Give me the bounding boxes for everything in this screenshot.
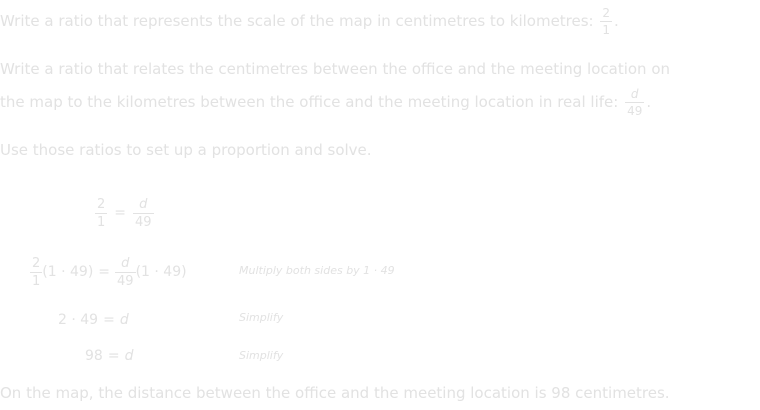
equals-sign: = [103, 312, 115, 328]
equation-step-1: 2 1 = d 49 [93, 193, 156, 233]
period: . [646, 93, 652, 111]
rhs-fraction: d 49 [115, 255, 136, 290]
equals-sign: = [107, 348, 120, 364]
fraction-denominator: 1 [95, 212, 108, 230]
step-4-note: Simplify [239, 349, 284, 362]
period: . [614, 12, 619, 30]
distance-ratio-fraction: d 49 [625, 86, 645, 119]
fraction-denominator: 49 [115, 271, 136, 289]
step-2-note: Multiply both sides by 1 · 49 [239, 264, 395, 277]
fraction-denominator: 49 [133, 212, 154, 230]
proportion-instruction: Use those ratios to set up a proportion … [0, 134, 372, 167]
fraction-numerator: 2 [602, 6, 611, 20]
distance-ratio-text-line1: Write a ratio that relates the centimetr… [0, 60, 671, 78]
lhs-expression: 2 · 49 [58, 312, 99, 328]
rhs-variable: d [119, 312, 129, 328]
step-3-note: Simplify [239, 311, 284, 324]
fraction-denominator: 49 [625, 102, 645, 118]
scale-ratio-paragraph: Write a ratio that represents the scale … [0, 5, 619, 38]
conclusion-paragraph: On the map, the distance between the off… [0, 377, 670, 410]
lhs-value: 98 [85, 348, 103, 364]
fraction-numerator: d [121, 255, 130, 271]
distance-ratio-text-line2: the map to the kilometres between the of… [0, 93, 619, 111]
fraction-numerator: 2 [97, 196, 106, 212]
fraction-numerator: d [139, 196, 148, 212]
lhs-product: (1 · 49) [42, 264, 94, 280]
conclusion-text: On the map, the distance between the off… [0, 384, 670, 402]
equation-step-4: 98 = d [85, 336, 133, 376]
rhs-product: (1 · 49) [135, 264, 187, 280]
fraction-denominator: 1 [30, 271, 43, 289]
equation-step-3: 2 · 49 = d [58, 300, 129, 340]
lhs-fraction: 2 1 [30, 255, 43, 290]
equals-sign: = [98, 264, 111, 280]
scale-ratio-fraction: 2 1 [600, 5, 613, 38]
rhs-variable: d [124, 348, 134, 364]
fraction-denominator: 1 [600, 21, 613, 37]
fraction-numerator: d [630, 87, 639, 101]
scale-ratio-text: Write a ratio that represents the scale … [0, 12, 594, 30]
equals-sign: = [114, 205, 127, 221]
fraction-numerator: 2 [32, 255, 41, 271]
distance-ratio-paragraph-line1: Write a ratio that relates the centimetr… [0, 53, 670, 86]
rhs-fraction: d 49 [133, 196, 154, 231]
lhs-fraction: 2 1 [95, 196, 108, 231]
equation-step-2: 2 1 (1 · 49) = d 49 (1 · 49) [30, 252, 187, 292]
distance-ratio-paragraph-line2: the map to the kilometres between the of… [0, 86, 651, 119]
proportion-instruction-text: Use those ratios to set up a proportion … [0, 141, 372, 159]
